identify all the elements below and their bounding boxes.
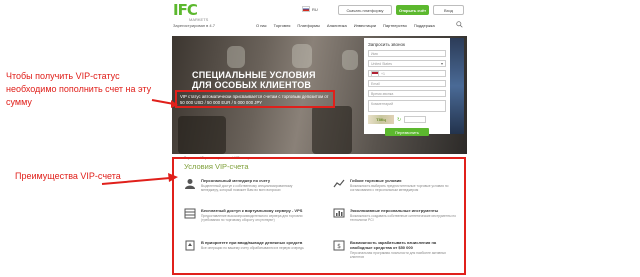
russia-flag-icon — [302, 6, 310, 12]
site-header: IFC MARKETS RU Скачать платформу Открыть… — [0, 0, 640, 38]
hero-highlight-box — [175, 90, 335, 108]
email-field[interactable]: Email — [368, 80, 446, 87]
comment-field[interactable]: Комментарий — [368, 100, 446, 112]
name-field[interactable]: Имя — [368, 50, 446, 57]
nav-item-investments[interactable]: Инвестиции — [354, 23, 376, 28]
call-time-field[interactable]: Время звонка — [368, 90, 446, 97]
cabin-window — [227, 46, 245, 68]
phone-code: +1 — [381, 71, 385, 76]
form-title: Запросить звонок — [368, 42, 405, 47]
cabin-seat — [178, 116, 226, 154]
refresh-icon[interactable]: ↻ — [397, 117, 401, 123]
search-icon[interactable] — [456, 21, 463, 28]
captcha-row: Т8Кц ↻ — [368, 115, 446, 124]
open-account-button[interactable]: Открыть счёт — [396, 5, 429, 15]
awards-label: Зарегистрирован в 4.7 — [173, 23, 215, 28]
nav-item-partnership[interactable]: Партнерство — [383, 23, 407, 28]
country-value: United States — [371, 62, 393, 66]
night-map-image — [450, 38, 464, 134]
cabin-seat — [312, 106, 352, 154]
download-platform-button[interactable]: Скачать платформу — [338, 5, 392, 15]
callback-submit-button[interactable]: Перезвонить — [385, 128, 429, 136]
callback-form: Запросить звонок Имя United States ▾ +1 … — [364, 38, 450, 136]
cabin-window — [342, 50, 358, 70]
nav-item-trading[interactable]: Торговля — [274, 23, 291, 28]
annotation-arrow-icon — [101, 173, 178, 185]
language-code: RU — [312, 6, 318, 12]
chevron-down-icon: ▾ — [440, 61, 443, 66]
ifc-logo[interactable]: IFC MARKETS — [173, 1, 219, 22]
captcha-input[interactable] — [404, 116, 427, 123]
language-selector[interactable]: RU — [302, 6, 318, 12]
nav-item-about[interactable]: О нас — [256, 23, 267, 28]
nav-item-platforms[interactable]: Платформы — [297, 23, 320, 28]
features-highlight-box — [172, 157, 466, 275]
login-button[interactable]: Вход — [433, 5, 464, 15]
main-nav: О нас Торговля Платформы Аналитика Инвес… — [256, 23, 435, 28]
logo-text: IFC — [173, 1, 198, 19]
us-flag-icon — [371, 70, 379, 77]
country-select[interactable]: United States ▾ — [368, 60, 446, 67]
annotation-hero: Чтобы получить VIP-статус необходимо поп… — [6, 71, 152, 107]
captcha-image: Т8Кц — [368, 115, 394, 124]
logo-subtext: MARKETS — [189, 17, 209, 22]
cabin-window — [292, 44, 312, 68]
hero-title: СПЕЦИАЛЬНЫЕ УСЛОВИЯ ДЛЯ ОСОБЫХ КЛИЕНТОВ — [192, 70, 316, 90]
phone-field[interactable]: +1 — [368, 70, 446, 77]
annotation-arrow-icon — [151, 99, 178, 108]
nav-item-support[interactable]: Поддержка — [414, 23, 435, 28]
nav-item-analytics[interactable]: Аналитика — [327, 23, 347, 28]
